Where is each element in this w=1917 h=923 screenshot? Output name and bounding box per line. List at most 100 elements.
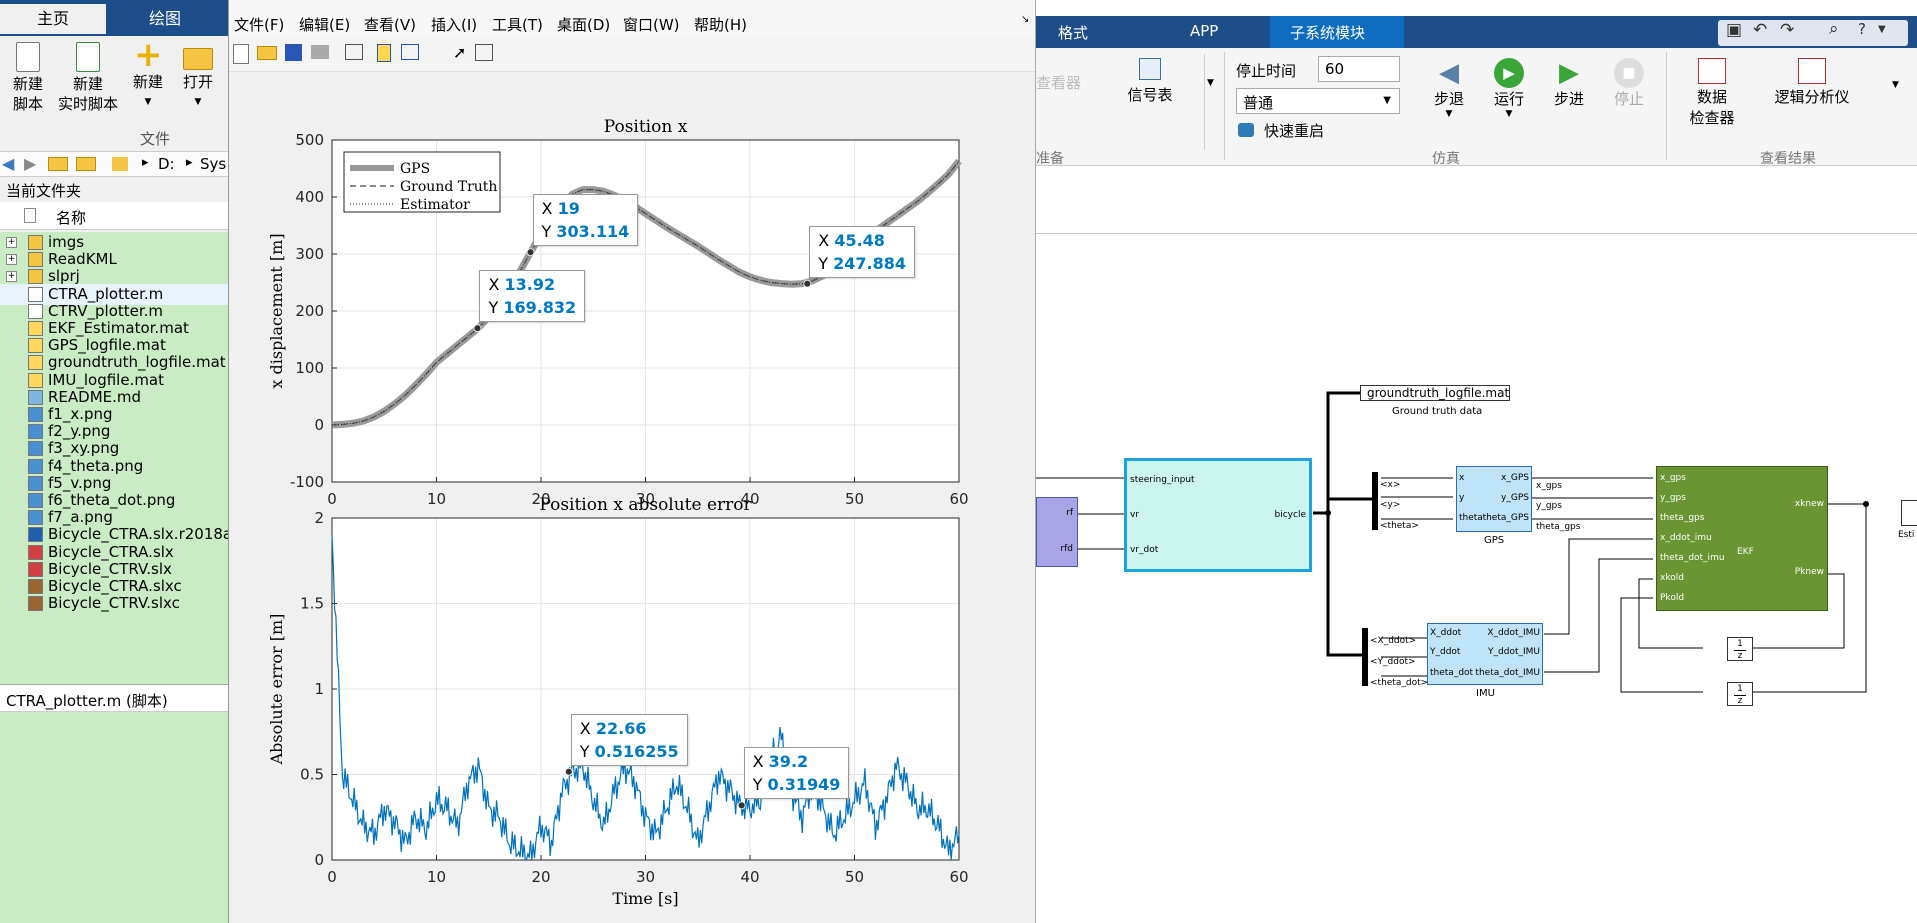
file-icon <box>28 407 43 422</box>
matlab-window: 主页 绘图 新建 脚本 新建 实时脚本 + 新建 ▼ 打开 ▼ 文件 ◀ ▶ ▸… <box>0 0 228 923</box>
pointer-icon[interactable]: ➚ <box>453 43 473 63</box>
details-panel: CTRA_plotter.m (脚本) <box>0 684 228 712</box>
y-tick-label: 0 <box>314 851 324 869</box>
name-column-header[interactable]: 名称 <box>0 202 228 230</box>
file-list: + imgs + ReadKML + slprj CTRA_plotter.m CTRV_pl… <box>0 232 228 684</box>
path-separator-icon: ▸ <box>142 155 149 170</box>
menu-view[interactable]: 查看(V) <box>364 14 416 35</box>
path-segment[interactable]: D: <box>158 155 175 173</box>
y-tick-label: -100 <box>290 473 324 491</box>
path-segment[interactable]: Sys <box>200 155 226 173</box>
new-script-button[interactable]: 新建 脚本 <box>4 42 52 114</box>
figure-menubar: 文件(F) 编辑(E) 查看(V) 插入(I) 工具(T) 桌面(D) 窗口(W… <box>229 0 1035 36</box>
link-plot-icon[interactable] <box>345 44 363 60</box>
expand-icon[interactable]: + <box>6 254 17 266</box>
data-tip-marker <box>564 767 573 776</box>
back-arrow-icon[interactable]: ◀ <box>2 154 14 173</box>
y-axis-label: Absolute error [m] <box>267 614 286 766</box>
property-editor-icon[interactable] <box>475 44 493 61</box>
y-tick-label: 0.5 <box>300 766 324 784</box>
x-tick-label: 10 <box>427 490 446 508</box>
tab-plots[interactable]: 绘图 <box>110 4 220 34</box>
file-icon <box>28 389 43 405</box>
bus-selector-gps[interactable] <box>1372 472 1378 530</box>
save-icon[interactable] <box>285 44 302 61</box>
data-tip-marker <box>473 324 482 333</box>
data-tip-x: X 19 <box>541 199 580 219</box>
dock-arrow-icon[interactable]: ↘ <box>1021 14 1029 25</box>
folder-icon <box>28 235 43 250</box>
path-separator-icon: ▸ <box>186 155 193 170</box>
bicycle-model-block[interactable]: steering_input vr vr_dot bicycle <box>1124 458 1312 572</box>
data-tip-marker <box>526 248 535 257</box>
forward-arrow-icon[interactable]: ▶ <box>24 154 36 173</box>
data-tip-y: Y 169.832 <box>488 298 577 318</box>
plot-2: 0 10 20 30 40 50 60 0 0.5 1 1.5 2 Position x absolut… <box>267 495 969 908</box>
data-tip[interactable]: X 39.2 Y 0.31949 <box>743 747 850 800</box>
x-tick-label: 0 <box>327 490 337 508</box>
legend-icon[interactable] <box>401 44 419 60</box>
imu-block[interactable]: X_ddot Y_ddot theta_dot X_ddot_IMU Y_ddo… <box>1427 623 1543 685</box>
file-icon <box>28 424 43 440</box>
unit-delay-block-x[interactable]: 1 z <box>1727 682 1753 706</box>
bus-selector-imu[interactable] <box>1362 628 1368 686</box>
menu-file[interactable]: 文件(F) <box>234 14 284 35</box>
file-list-item[interactable]: Bicycle_CTRV.slxc <box>0 593 228 614</box>
data-tip[interactable]: X 13.92 Y 169.832 <box>479 270 586 323</box>
data-tip[interactable]: X 22.66 Y 0.516255 <box>570 713 688 766</box>
y-tick-label: 1 <box>314 680 324 698</box>
file-icon <box>28 303 43 319</box>
open-file-icon[interactable] <box>257 46 277 60</box>
file-icon <box>28 475 43 491</box>
menu-desktop[interactable]: 桌面(D) <box>557 14 610 35</box>
gps-block[interactable]: x y theta x_GPS y_GPS theta_GPS <box>1456 466 1532 532</box>
estimator-to-file-block[interactable] <box>1901 500 1917 526</box>
new-live-script-button[interactable]: 新建 实时脚本 <box>56 42 120 114</box>
new-button[interactable]: + 新建 ▼ <box>124 38 172 112</box>
imu-caption: IMU <box>1476 688 1495 699</box>
file-icon <box>28 338 43 354</box>
data-tip[interactable]: X 45.48 Y 247.884 <box>809 225 915 278</box>
folder-icon <box>28 252 43 268</box>
ekf-block[interactable]: x_gps y_gps theta_gps x_ddot_imu theta_d… <box>1656 466 1828 611</box>
file-icon <box>28 493 43 508</box>
data-tip-y: Y 0.31949 <box>752 775 841 795</box>
menu-tools[interactable]: 工具(T) <box>492 14 543 35</box>
current-folder-label: 当前文件夹 <box>6 182 82 200</box>
file-icon <box>28 372 43 388</box>
x-tick-label: 50 <box>845 490 864 508</box>
data-tip-x: X 13.92 <box>488 275 556 295</box>
menu-help[interactable]: 帮助(H) <box>694 14 747 35</box>
x-tick-label: 20 <box>531 868 550 886</box>
expand-icon[interactable]: + <box>6 237 17 248</box>
simulink-window: 格式 APP 子系统模块 ▣ ↶ ↷ ⌕ ? ▼ 查看器 信号表 ▼ 准备 停止… <box>1036 0 1917 923</box>
folder-icon <box>183 48 213 70</box>
up-folder-icon[interactable] <box>48 157 68 171</box>
colorbar-icon[interactable] <box>377 44 391 62</box>
chart-title: Position x absolute error <box>539 495 752 515</box>
browse-folder-icon[interactable] <box>76 157 96 171</box>
file-icon <box>28 579 43 594</box>
plot-1: 0 10 20 30 40 50 60-1000100200300400500Positio… <box>267 117 969 508</box>
menu-window[interactable]: 窗口(W) <box>623 14 680 35</box>
data-tip[interactable]: X 19 Y 303.114 <box>532 194 639 247</box>
path-folder-icon <box>112 157 128 171</box>
unit-delay-block-p[interactable]: 1 z <box>1727 637 1753 661</box>
figure-canvas: 0 10 20 30 40 50 60 -100 0 100 200 300 400 500 Positio… <box>229 72 1035 923</box>
new-script-icon <box>16 42 40 72</box>
tab-home[interactable]: 主页 <box>0 4 106 34</box>
y-tick-label: 2 <box>314 509 324 527</box>
menu-edit[interactable]: 编辑(E) <box>299 14 350 35</box>
print-icon[interactable] <box>311 45 329 59</box>
open-button[interactable]: 打开 ▼ <box>176 42 220 112</box>
groundtruth-to-file-block[interactable]: groundtruth_logfile.mat <box>1360 385 1510 401</box>
new-figure-icon[interactable] <box>233 44 249 64</box>
gps-caption: GPS <box>1484 535 1505 546</box>
menu-insert[interactable]: 插入(I) <box>431 14 477 35</box>
groundtruth-caption: Ground truth data <box>1392 406 1483 417</box>
folder-icon <box>28 269 43 285</box>
x-tick-label: 50 <box>845 868 864 886</box>
expand-icon[interactable]: + <box>6 271 17 283</box>
file-icon <box>28 321 43 336</box>
input-generator-block[interactable]: rf rfd <box>1036 497 1078 567</box>
